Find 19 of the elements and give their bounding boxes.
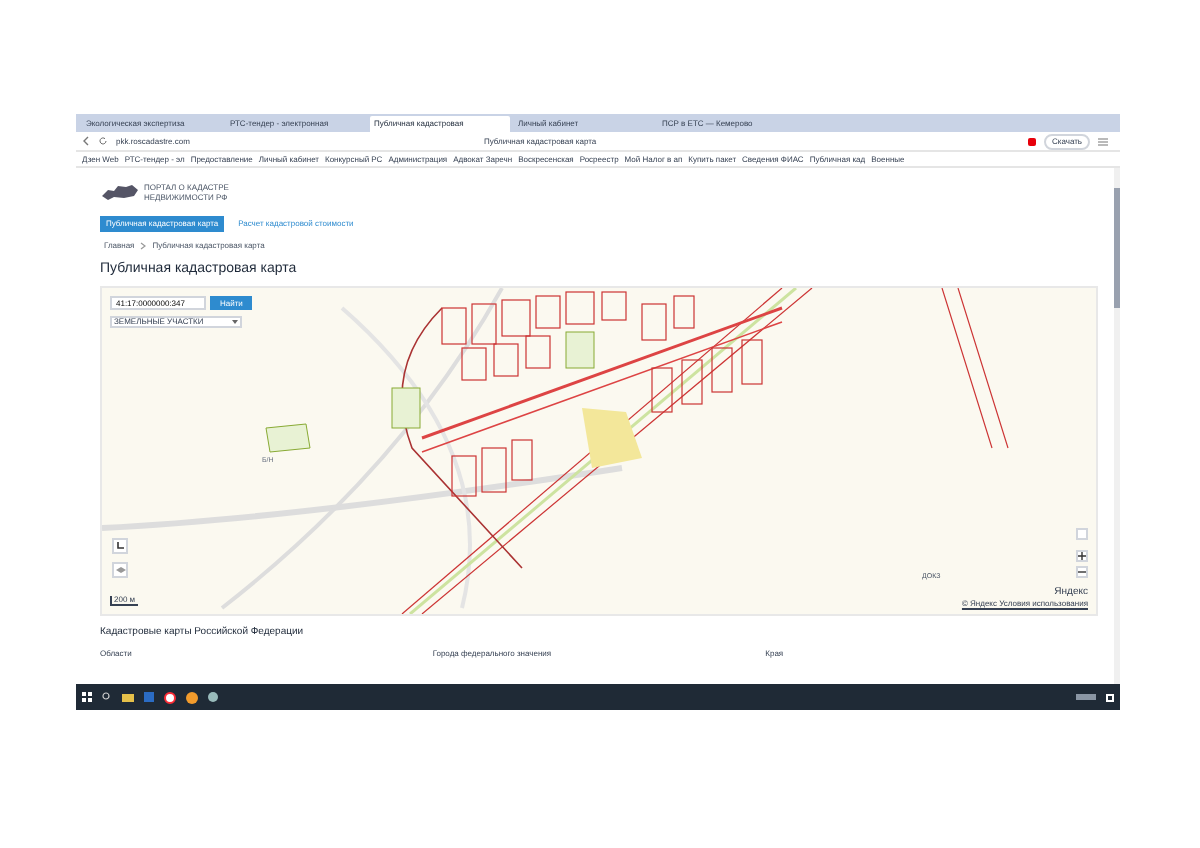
notification-icon[interactable] [1106,693,1114,701]
reload-icon[interactable] [98,136,108,146]
layers-icon [115,566,125,574]
zoom-in-button[interactable] [1076,550,1088,562]
zoom-out-button[interactable] [1076,566,1088,578]
ruler-icon [116,542,124,550]
caret-icon [232,320,238,324]
browser-icon[interactable] [164,691,176,703]
russia-map-icon [100,182,140,202]
plus-icon [1078,552,1086,560]
layers-button[interactable] [112,562,128,578]
ruler-button[interactable] [112,538,128,554]
folder-icon[interactable] [122,693,134,701]
back-icon[interactable] [82,136,90,146]
windows-start-icon[interactable] [82,692,92,702]
search-icon[interactable] [102,692,112,702]
download-icon[interactable] [1028,137,1036,145]
chevron-icon [140,242,147,250]
minus-icon [1078,568,1086,576]
